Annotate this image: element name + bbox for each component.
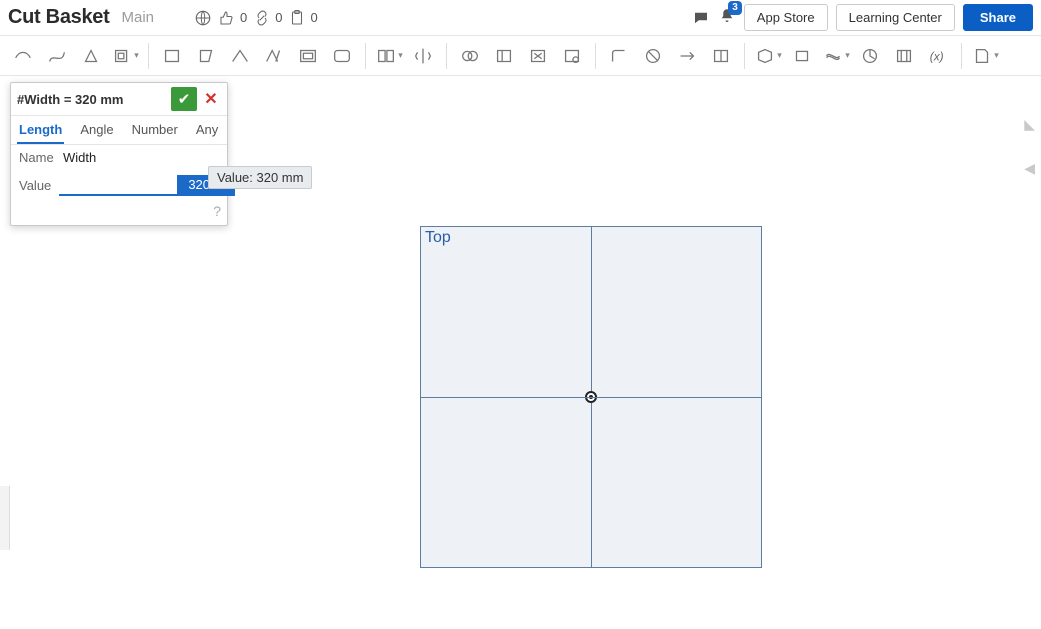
links-stat[interactable]: 0 xyxy=(253,9,282,27)
tab-angle[interactable]: Angle xyxy=(78,116,115,144)
offset-tool[interactable]: ▾ xyxy=(110,41,140,71)
expand-panel-icon[interactable]: ◀ xyxy=(1024,160,1035,177)
value-tooltip: Value: 320 mm xyxy=(208,166,312,189)
confirm-button[interactable]: ✔ xyxy=(171,87,197,111)
variable-type-tabs: Length Angle Number Any xyxy=(11,116,227,145)
sweep-tool[interactable]: ▾ xyxy=(821,41,851,71)
box-tool[interactable] xyxy=(787,41,817,71)
feature-toolbar: ▾ ▾ ▾ ▾ (x) ▾ xyxy=(0,36,1041,76)
fx-tool[interactable]: (x) xyxy=(923,41,953,71)
variable-name-value[interactable]: Width xyxy=(63,150,219,165)
learning-center-button[interactable]: Learning Center xyxy=(836,4,955,31)
bool3-tool[interactable] xyxy=(523,41,553,71)
notifications-button[interactable]: 3 xyxy=(718,7,736,28)
branch-name[interactable]: Main xyxy=(121,9,154,26)
share-button[interactable]: Share xyxy=(963,4,1033,31)
clipboard-stat[interactable]: 0 xyxy=(288,9,317,27)
ellipse-tool[interactable] xyxy=(327,41,357,71)
left-rail-handle[interactable] xyxy=(0,486,10,550)
tab-any[interactable]: Any xyxy=(194,116,220,144)
thumbs-stat[interactable]: 0 xyxy=(218,9,247,27)
revolve-tool[interactable] xyxy=(855,41,885,71)
view-cube-top[interactable]: Top xyxy=(420,226,762,568)
bool1-tool[interactable] xyxy=(455,41,485,71)
split-tool[interactable] xyxy=(706,41,736,71)
mirror-tool[interactable] xyxy=(408,41,438,71)
loft-tool[interactable] xyxy=(889,41,919,71)
point-tool[interactable] xyxy=(225,41,255,71)
app-header: Cut Basket Main 0 0 0 3 App Sto xyxy=(0,0,1041,36)
view-label: Top xyxy=(425,229,451,247)
notification-badge: 3 xyxy=(728,1,742,15)
rect-tool[interactable] xyxy=(157,41,187,71)
origin-marker xyxy=(585,391,597,403)
fillet-tool[interactable] xyxy=(604,41,634,71)
header-right: 3 App Store Learning Center Share xyxy=(692,4,1033,31)
trim-tool[interactable] xyxy=(638,41,668,71)
sheet-tool[interactable]: ▾ xyxy=(970,41,1000,71)
polygon-tool[interactable] xyxy=(191,41,221,71)
pattern-tool[interactable]: ▾ xyxy=(374,41,404,71)
svg-text:(x): (x) xyxy=(930,49,944,63)
variable-expression: #Width = 320 mm xyxy=(17,92,167,107)
clipboard-icon xyxy=(288,9,306,27)
plane-tool[interactable]: ▾ xyxy=(753,41,783,71)
app-store-button[interactable]: App Store xyxy=(744,4,828,31)
bool4-tool[interactable] xyxy=(557,41,587,71)
globe-icon[interactable] xyxy=(194,9,212,27)
variable-dialog: #Width = 320 mm ✔ ✕ Length Angle Number … xyxy=(10,82,228,226)
clipboard-count: 0 xyxy=(310,10,317,25)
link-icon xyxy=(253,9,271,27)
comment-icon[interactable] xyxy=(692,9,710,27)
bool2-tool[interactable] xyxy=(489,41,519,71)
text-tool[interactable] xyxy=(259,41,289,71)
extend-tool[interactable] xyxy=(672,41,702,71)
spline-tool[interactable] xyxy=(42,41,72,71)
thumbs-count: 0 xyxy=(240,10,247,25)
cancel-button[interactable]: ✕ xyxy=(201,87,221,111)
thumbs-up-icon xyxy=(218,9,236,27)
links-count: 0 xyxy=(275,10,282,25)
document-title: Cut Basket xyxy=(8,6,109,29)
name-label: Name xyxy=(19,150,55,165)
value-label: Value xyxy=(19,178,51,193)
conic-tool[interactable] xyxy=(76,41,106,71)
slot-tool[interactable] xyxy=(293,41,323,71)
line-tool[interactable] xyxy=(8,41,38,71)
collapse-panel-icon[interactable]: ◣ xyxy=(1024,116,1035,133)
help-icon[interactable]: ? xyxy=(213,203,221,219)
tab-number[interactable]: Number xyxy=(130,116,180,144)
tab-length[interactable]: Length xyxy=(17,116,64,144)
